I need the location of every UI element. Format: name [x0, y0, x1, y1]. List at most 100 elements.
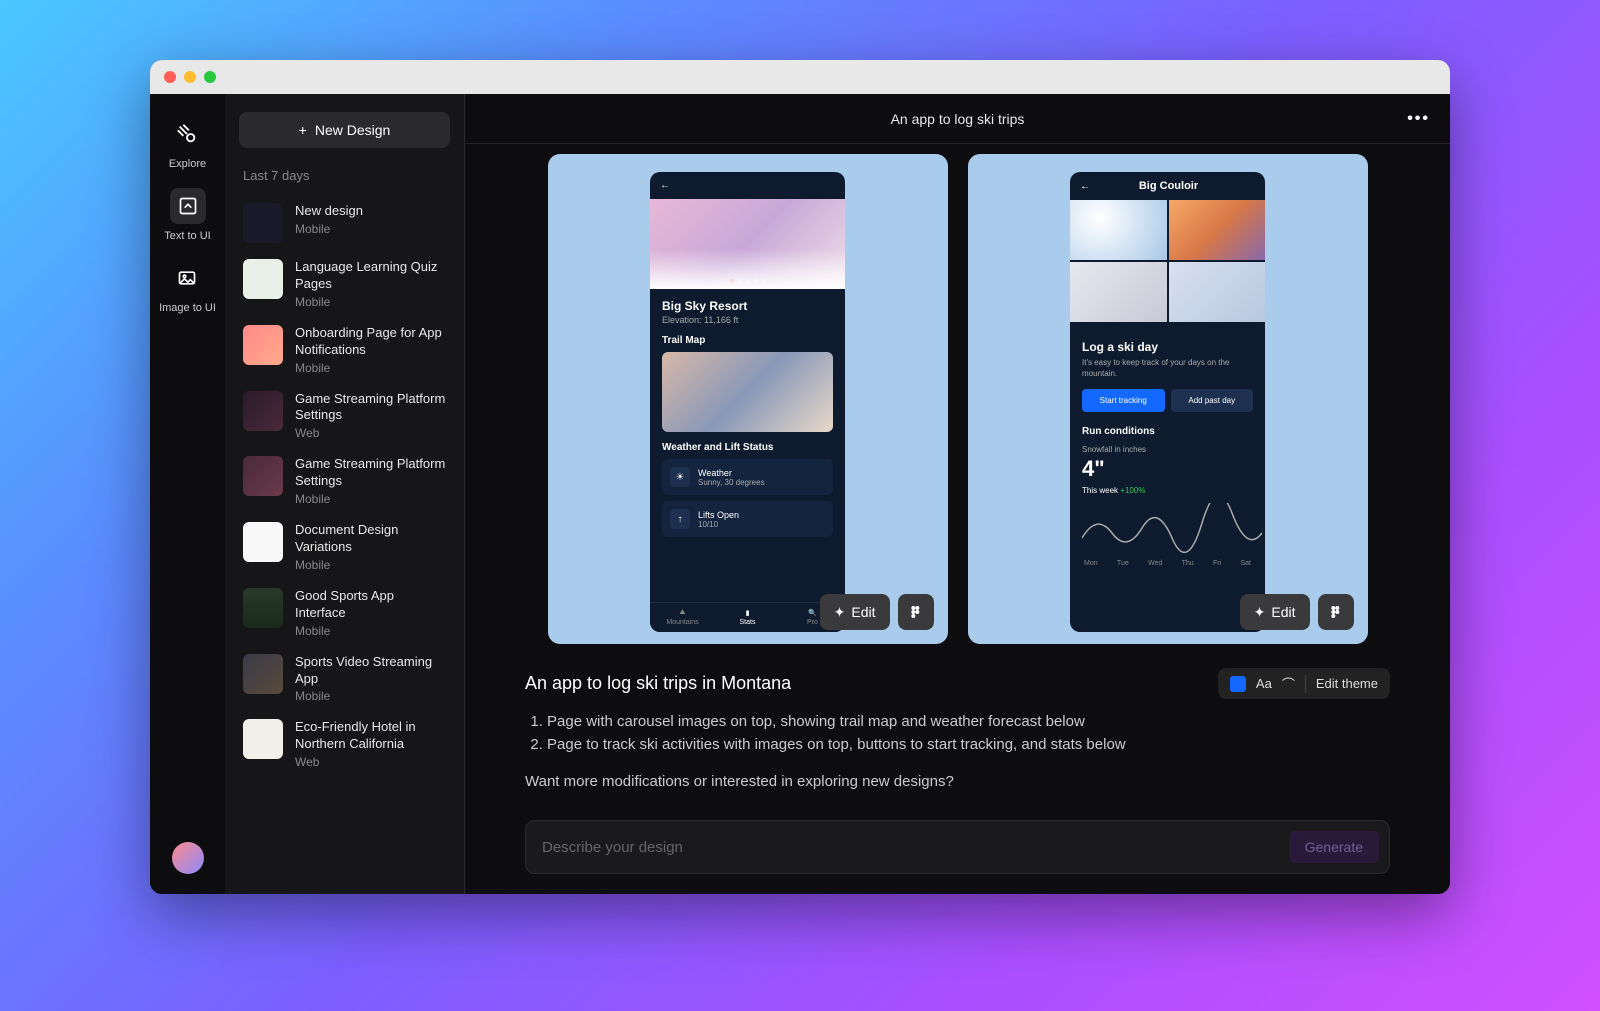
generate-button[interactable]: Generate — [1289, 831, 1379, 863]
history-item[interactable]: Game Streaming Platform SettingsWeb — [239, 383, 450, 449]
photo-cell — [1169, 262, 1266, 322]
edit-label: Edit — [851, 604, 875, 620]
wand-icon: ✦ — [834, 604, 846, 621]
history-item[interactable]: Language Learning Quiz PagesMobile — [239, 251, 450, 317]
snowfall-chart — [1082, 503, 1262, 553]
left-rail: Explore Text to UI Image to UI — [150, 94, 225, 894]
preview-card-2: ← Big Couloir Log a ski day — [968, 154, 1368, 644]
history-title: Game Streaming Platform Settings — [295, 391, 446, 425]
rail-image-to-ui[interactable]: Image to UI — [159, 260, 216, 314]
history-item[interactable]: Document Design VariationsMobile — [239, 514, 450, 580]
history-item[interactable]: Onboarding Page for App Notifications Mob… — [239, 317, 450, 383]
phone-tabbar: ⛰Mountains ▮Stats 🔍Pro — [650, 602, 845, 632]
window-close-button[interactable] — [164, 71, 176, 83]
figma-icon — [1328, 604, 1344, 620]
app-window: Explore Text to UI Image to UI + New Des… — [150, 60, 1450, 894]
history-thumb — [243, 654, 283, 694]
avatar[interactable] — [172, 842, 204, 874]
history-title: Document Design Variations — [295, 522, 446, 556]
history-thumb — [243, 719, 283, 759]
history-title: Game Streaming Platform Settings — [295, 456, 446, 490]
lifts-sub: 10/10 — [698, 520, 739, 529]
result-list: Page with carousel images on top, showin… — [525, 713, 1390, 753]
window-minimize-button[interactable] — [184, 71, 196, 83]
prompt-input-bar: Generate — [525, 820, 1390, 874]
history-thumb — [243, 588, 283, 628]
history-title: Sports Video Streaming App — [295, 654, 446, 688]
history-item[interactable]: New design Mobile — [239, 195, 450, 251]
arrow-up-icon: ↑ — [670, 509, 690, 529]
history-item[interactable]: Sports Video Streaming AppMobile — [239, 646, 450, 712]
resort-elevation: Elevation: 11,166 ft — [662, 315, 833, 325]
history-thumb — [243, 325, 283, 365]
weather-row: ☀ WeatherSunny, 30 degrees — [662, 459, 833, 495]
theme-color-swatch — [1230, 676, 1246, 692]
phone-mockup-2: ← Big Couloir Log a ski day — [1070, 172, 1265, 632]
result-bullet: Page with carousel images on top, showin… — [547, 713, 1390, 730]
history-item[interactable]: Good Sports App InterfaceMobile — [239, 580, 450, 646]
carousel-dots — [650, 279, 845, 283]
history-thumb — [243, 456, 283, 496]
history-thumb — [243, 203, 283, 243]
add-past-day-button: Add past day — [1171, 389, 1254, 412]
history-sub: Mobile — [295, 689, 446, 703]
canvas: ← Big Sky Resort Elevation: 11,166 ft T — [465, 144, 1450, 800]
weather-title: Weather — [698, 468, 765, 478]
history-title: Onboarding Page for App Notifications — [295, 325, 446, 359]
edit-label: Edit — [1271, 604, 1295, 620]
sidebar: + New Design Last 7 days New design Mobil… — [225, 94, 465, 894]
rail-text-to-ui-label: Text to UI — [164, 230, 210, 242]
edit-button-2[interactable]: ✦ Edit — [1240, 594, 1310, 630]
rail-explore[interactable]: Explore — [169, 116, 206, 170]
history-sub: Web — [295, 755, 446, 769]
chart-icon: ▮ — [746, 609, 750, 617]
prompt-input[interactable] — [542, 839, 1289, 856]
week-change: This week +100% — [1082, 486, 1253, 495]
figma-export-button-1[interactable] — [898, 594, 934, 630]
history-sub: Mobile — [295, 624, 446, 638]
figma-icon — [908, 604, 924, 620]
search-icon: 🔍 — [808, 609, 817, 617]
theme-chip[interactable]: Aa ⌒ Edit theme — [1218, 668, 1390, 699]
history-title: Language Learning Quiz Pages — [295, 259, 446, 293]
start-tracking-button: Start tracking — [1082, 389, 1165, 412]
weather-status-label: Weather and Lift Status — [662, 442, 833, 453]
sun-icon: ☀ — [670, 467, 690, 487]
tab-stats: ▮Stats — [715, 603, 780, 632]
phone-mockup-1: ← Big Sky Resort Elevation: 11,166 ft T — [650, 172, 845, 632]
divider — [1305, 675, 1306, 693]
corner-radius-icon: ⌒ — [1282, 674, 1295, 693]
hero-image — [650, 199, 845, 289]
window-maximize-button[interactable] — [204, 71, 216, 83]
edit-button-1[interactable]: ✦ Edit — [820, 594, 890, 630]
conditions-label: Run conditions — [1082, 426, 1253, 437]
mountain-icon: ⛰ — [680, 609, 686, 617]
followup-text: Want more modifications or interested in… — [525, 773, 1390, 790]
day-labels: MonTueWedThuFriSat — [1082, 560, 1253, 567]
history-sub: Mobile — [295, 361, 446, 375]
edit-theme-label: Edit theme — [1316, 676, 1378, 691]
new-design-label: New Design — [315, 122, 390, 138]
more-menu-button[interactable]: ••• — [1407, 110, 1430, 128]
rail-text-to-ui[interactable]: Text to UI — [164, 188, 210, 242]
history-thumb — [243, 522, 283, 562]
history-title: New design — [295, 203, 363, 220]
weather-sub: Sunny, 30 degrees — [698, 478, 765, 487]
history-sub: Web — [295, 426, 446, 440]
result-title: An app to log ski trips in Montana — [525, 673, 791, 694]
edit-square-icon — [170, 188, 206, 224]
history-sub: Mobile — [295, 222, 363, 236]
history-item[interactable]: Eco-Friendly Hotel in Northern Californi… — [239, 711, 450, 777]
result-bullet: Page to track ski activities with images… — [547, 736, 1390, 753]
sidebar-section-label: Last 7 days — [243, 168, 450, 183]
theme-aa-label: Aa — [1256, 676, 1272, 691]
history-item[interactable]: Game Streaming Platform SettingsMobile — [239, 448, 450, 514]
photo-cell — [1169, 200, 1266, 260]
log-heading: Log a ski day — [1082, 340, 1253, 354]
history-title: Eco-Friendly Hotel in Northern Californi… — [295, 719, 446, 753]
rail-explore-label: Explore — [169, 158, 206, 170]
new-design-button[interactable]: + New Design — [239, 112, 450, 148]
lifts-title: Lifts Open — [698, 510, 739, 520]
history-thumb — [243, 259, 283, 299]
figma-export-button-2[interactable] — [1318, 594, 1354, 630]
